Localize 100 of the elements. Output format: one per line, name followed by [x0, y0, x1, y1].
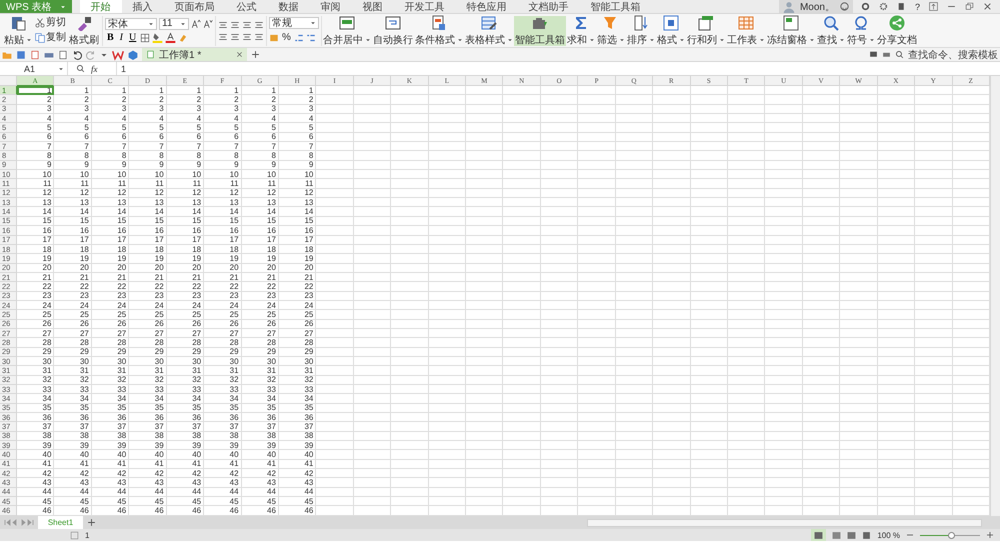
document-tab[interactable]: 工作簿1 * [142, 48, 247, 61]
borders-icon[interactable] [140, 32, 150, 42]
fill-color-icon[interactable] [152, 32, 164, 43]
ribbon-button[interactable]: 排序 [626, 16, 656, 46]
percent-button[interactable]: % [281, 31, 292, 44]
ribbon-button[interactable]: 格式 [656, 16, 686, 46]
font-size-field[interactable]: 11 [159, 18, 189, 30]
caret-icon[interactable] [869, 36, 875, 42]
menu-tab[interactable]: 开发工具 [394, 0, 456, 13]
wps-logo-icon[interactable] [112, 48, 124, 60]
bold-button[interactable]: B [105, 32, 116, 44]
menu-tab[interactable]: 开始 [80, 0, 122, 13]
caret-icon[interactable] [649, 36, 655, 42]
caret-icon[interactable] [60, 4, 66, 10]
export-icon[interactable] [30, 50, 40, 60]
search-icon[interactable] [895, 50, 904, 59]
cell-format-icon[interactable] [663, 14, 679, 30]
underline-button[interactable]: U [127, 32, 138, 44]
italic-button[interactable]: I [118, 32, 126, 44]
caret-icon[interactable] [589, 36, 595, 42]
justify-icon[interactable] [254, 32, 264, 42]
menu-tab[interactable]: 智能工具箱 [580, 0, 652, 13]
smiley-icon[interactable] [840, 2, 849, 11]
gear-icon[interactable] [878, 2, 888, 11]
restore-up-icon[interactable] [929, 2, 938, 11]
formula-input[interactable]: 1 [116, 62, 1000, 75]
ribbon-button[interactable]: 智能工具箱 [514, 16, 566, 46]
zoom-icon[interactable] [76, 64, 85, 73]
plus-icon[interactable] [251, 50, 260, 59]
ribbon-button[interactable]: 求和 [566, 16, 596, 46]
plus-icon[interactable] [87, 518, 96, 527]
copy-button[interactable]: 复制 [34, 32, 67, 44]
ribbon-button[interactable]: 筛选 [596, 16, 626, 46]
caret-icon[interactable] [507, 36, 513, 42]
search-field[interactable]: 查找命令、搜索模板 [908, 48, 998, 62]
grow-font-icon[interactable] [191, 18, 201, 28]
indent-icon[interactable] [254, 20, 264, 30]
caret-icon[interactable] [719, 36, 725, 42]
ribbon-button[interactable]: 冻结窗格 [766, 16, 816, 46]
caret-icon[interactable] [58, 66, 64, 72]
caret-icon[interactable] [839, 36, 845, 42]
menu-tab[interactable]: 特色应用 [456, 0, 518, 13]
shrink-font-icon[interactable] [203, 18, 213, 28]
caret-icon[interactable] [457, 36, 463, 42]
row-column-icon[interactable] [698, 14, 714, 30]
worksheet-icon[interactable] [738, 14, 754, 30]
number-format-field[interactable]: 常规 [269, 17, 319, 29]
menu-tab[interactable]: 视图 [352, 0, 394, 13]
font-name-field[interactable]: 宋体 [105, 18, 157, 30]
font-color-icon[interactable] [165, 32, 176, 43]
ribbon-button[interactable]: 行和列 [686, 16, 726, 46]
vertical-scrollbar[interactable] [990, 76, 1000, 516]
caret-icon[interactable] [26, 36, 32, 42]
caret-icon[interactable] [679, 36, 685, 42]
sheet-tab[interactable]: Sheet1 [38, 516, 83, 529]
close-icon[interactable] [983, 2, 992, 11]
caret-icon[interactable] [809, 36, 815, 42]
function-button[interactable]: fx [91, 64, 98, 74]
ribbon-button[interactable]: 表格样式 [464, 16, 514, 46]
menu-tab[interactable]: 公式 [226, 0, 268, 13]
normal-view-button[interactable] [811, 529, 826, 541]
close-icon[interactable] [236, 51, 243, 58]
omega-icon[interactable] [853, 14, 869, 30]
maximize-icon[interactable] [965, 2, 974, 11]
horizontal-scrollbar[interactable] [587, 518, 982, 526]
align-center-icon[interactable] [230, 32, 240, 42]
caret-icon[interactable] [619, 36, 625, 42]
zoom-in-icon[interactable] [986, 531, 994, 539]
paste-button[interactable]: 粘贴 [3, 16, 33, 46]
help-button[interactable]: ? [914, 2, 920, 12]
align-left-icon[interactable] [218, 32, 228, 42]
name-box[interactable]: A1 [0, 62, 68, 75]
align-bottom-icon[interactable] [242, 20, 252, 30]
zoom-slider-thumb[interactable] [948, 532, 956, 538]
magnifier-icon[interactable] [823, 14, 839, 30]
format-painter-button[interactable]: 格式刷 [68, 16, 100, 46]
caret-icon[interactable] [148, 20, 154, 26]
menu-tab[interactable]: 审阅 [310, 0, 352, 13]
menu-tab[interactable]: 文档助手 [518, 0, 580, 13]
align-middle-icon[interactable] [230, 20, 240, 30]
share-icon[interactable] [889, 14, 905, 30]
caret-icon[interactable] [759, 36, 765, 42]
sigma-icon[interactable] [573, 14, 589, 30]
preview-icon[interactable] [58, 50, 68, 60]
align-top-icon[interactable] [218, 20, 228, 30]
table-style-icon[interactable] [481, 14, 497, 30]
cut-button[interactable]: 剪切 [34, 16, 67, 30]
conditional-format-icon[interactable] [431, 14, 447, 30]
freeze-panes-icon[interactable] [783, 14, 799, 30]
caret-icon[interactable] [180, 20, 186, 26]
ribbon-button[interactable]: 查找 [816, 16, 846, 46]
align-right-icon[interactable] [242, 32, 252, 42]
ribbon-button[interactable]: 合并居中 [322, 16, 372, 46]
caret-icon[interactable] [365, 36, 371, 42]
ribbon-button[interactable]: 分享文档 [876, 16, 918, 46]
ribbon-button[interactable]: 符号 [846, 16, 876, 46]
caret-icon[interactable] [310, 20, 316, 26]
app-menu-button[interactable]: WPS 表格 [0, 0, 72, 13]
ribbon-button[interactable]: 自动换行 [372, 16, 414, 46]
undo-icon[interactable] [72, 50, 82, 60]
